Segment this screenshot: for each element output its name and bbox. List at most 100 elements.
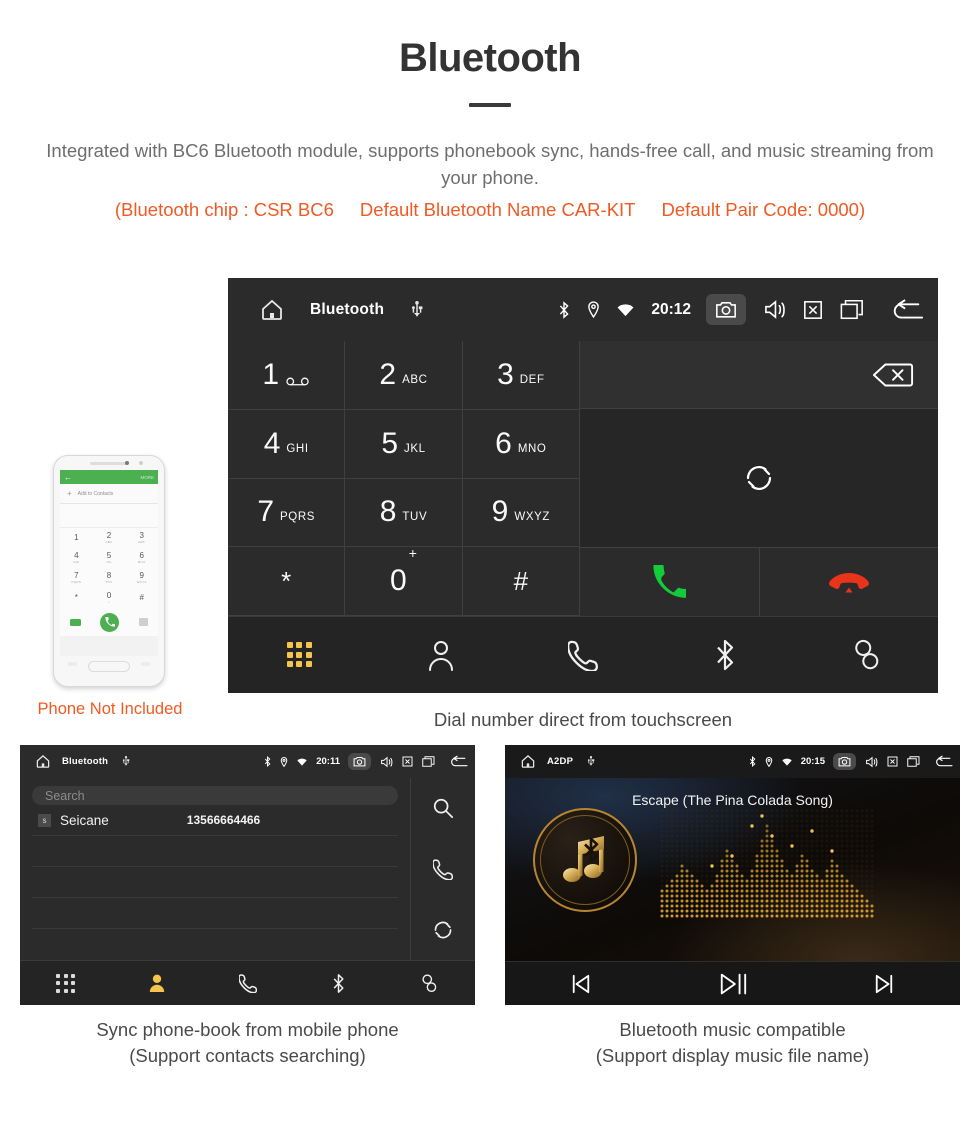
- key-7[interactable]: 7 PQRS: [228, 478, 346, 548]
- nav-link-button[interactable]: [796, 638, 938, 672]
- close-icon[interactable]: [887, 756, 898, 767]
- wifi-icon: [782, 758, 792, 766]
- phone-back-key: [141, 662, 150, 666]
- phone-home-key: [88, 661, 130, 672]
- phone-screen: ← MORE + Add to Contacts 1 2 ABC 3 DEF 4 GH…: [60, 470, 158, 656]
- nav-contacts-button[interactable]: [111, 973, 202, 993]
- nav-bluetooth-button[interactable]: [654, 638, 796, 672]
- nav-link-button[interactable]: [384, 973, 475, 994]
- play-pause-button[interactable]: [657, 972, 809, 996]
- music-controls: [505, 961, 960, 1005]
- usb-icon: [587, 756, 595, 767]
- dialer-title: Bluetooth: [310, 300, 385, 318]
- location-icon: [765, 756, 773, 767]
- volume-icon[interactable]: [763, 299, 786, 320]
- key-2[interactable]: 2 ABC: [345, 341, 463, 410]
- hangup-button[interactable]: [759, 548, 938, 616]
- phone-sensor: [125, 461, 129, 465]
- phonebook-clock: 20:11: [316, 756, 340, 767]
- recents-icon[interactable]: [422, 756, 435, 767]
- home-icon[interactable]: [244, 298, 300, 322]
- next-icon: [873, 974, 895, 994]
- close-icon[interactable]: [803, 300, 823, 320]
- location-icon: [587, 301, 600, 318]
- phone-key: 4 GHI: [73, 551, 80, 565]
- home-icon[interactable]: [513, 754, 543, 769]
- recents-icon[interactable]: [840, 299, 864, 320]
- key-hash[interactable]: #: [462, 547, 580, 616]
- backspace-button[interactable]: [580, 341, 938, 409]
- volume-icon[interactable]: [865, 756, 878, 768]
- page-title: Bluetooth: [398, 36, 582, 80]
- phone-key: *: [74, 593, 78, 602]
- phonebook-body: Search s Seicane 13566664466: [20, 778, 475, 960]
- dial-button[interactable]: [411, 839, 475, 900]
- bluetooth-icon: [714, 638, 736, 672]
- phonebook-navbar: [20, 960, 475, 1005]
- camera-icon[interactable]: [348, 753, 371, 770]
- phone-key: 0 +: [106, 591, 112, 605]
- key-star[interactable]: *: [228, 547, 346, 616]
- music-caption: Bluetooth music compatible (Support disp…: [505, 1017, 960, 1069]
- call-icon: [433, 858, 453, 880]
- phone-nav-row: [60, 656, 158, 672]
- dialer-keypad-area: 1 2 ABC 3 DEF 4 GHI 5 JKL 6 MNO 7 PQRS 8 TUV 9W…: [228, 341, 938, 616]
- nav-keypad-button[interactable]: [228, 642, 370, 667]
- phone-call-button: [100, 612, 120, 632]
- contact-list: Search s Seicane 13566664466: [20, 778, 411, 960]
- key-3[interactable]: 3 DEF: [462, 341, 580, 410]
- sync-button[interactable]: [580, 409, 938, 548]
- recents-icon[interactable]: [907, 756, 920, 767]
- key-9[interactable]: 9 WXYZ: [462, 478, 580, 548]
- key-0[interactable]: 0 +: [345, 545, 463, 616]
- nav-keypad-button[interactable]: [20, 973, 111, 993]
- nav-bluetooth-button[interactable]: [293, 973, 384, 994]
- phone-key: 5 JKL: [105, 551, 113, 565]
- contact-empty-row: [32, 898, 398, 929]
- dialer-right-panel: [580, 341, 938, 616]
- back-icon[interactable]: [934, 755, 953, 768]
- contact-initial-badge: s: [38, 813, 51, 827]
- phonebook-status-bar: Bluetooth 20:11: [20, 745, 475, 778]
- contact-empty-row: [32, 867, 398, 898]
- phonebook-caption-line1: Sync phone-book from mobile phone: [96, 1019, 399, 1040]
- phone-body: ← MORE + Add to Contacts 1 2 ABC 3 DEF 4 GH…: [53, 455, 165, 687]
- back-icon[interactable]: [449, 755, 468, 768]
- volume-icon[interactable]: [380, 756, 393, 768]
- dialer-status-icons: 20:12: [541, 294, 924, 325]
- more-label: MORE: [140, 474, 155, 480]
- search-input[interactable]: Search: [32, 786, 398, 805]
- search-button[interactable]: [411, 778, 475, 839]
- sync-contacts-button[interactable]: [411, 899, 475, 960]
- next-button[interactable]: [808, 974, 960, 994]
- back-icon[interactable]: [890, 298, 924, 322]
- phonebook-side-actions: [411, 778, 475, 960]
- phonebook-caption: Sync phone-book from mobile phone (Suppo…: [20, 1017, 475, 1069]
- phone-key: 7 PQRS: [71, 571, 82, 585]
- key-5[interactable]: 5 JKL: [345, 409, 463, 479]
- camera-icon[interactable]: [706, 294, 746, 325]
- dialer-keypad: 1 2 ABC 3 DEF 4 GHI 5 JKL 6 MNO 7 PQRS 8 TUV 9W…: [228, 341, 580, 616]
- call-button[interactable]: [580, 548, 760, 616]
- bluetooth-icon: [332, 973, 345, 994]
- table-row[interactable]: s Seicane 13566664466: [32, 805, 398, 836]
- camera-icon[interactable]: [833, 753, 856, 770]
- key-8[interactable]: 8 TUV: [345, 478, 463, 548]
- nav-call-log-button[interactable]: [202, 973, 293, 993]
- key-6[interactable]: 6 MNO: [462, 409, 580, 479]
- phone-recents-key: [68, 662, 77, 666]
- previous-button[interactable]: [505, 974, 657, 994]
- home-icon[interactable]: [28, 754, 58, 769]
- nav-call-log-button[interactable]: [512, 639, 654, 671]
- music-screen: A2DP 20:15 Escape (The Pina Colada Song): [505, 745, 960, 1005]
- page-subtitle: Integrated with BC6 Bluetooth module, su…: [46, 140, 934, 188]
- bluetooth-music-logo: [533, 808, 637, 912]
- phonebook-screen: Bluetooth 20:11 Search s Seicane 1356666…: [20, 745, 475, 1005]
- wifi-icon: [617, 303, 634, 317]
- key-1[interactable]: 1: [228, 341, 346, 410]
- phone-key: 3 DEF: [138, 531, 146, 545]
- nav-contacts-button[interactable]: [370, 639, 512, 671]
- spec-bt-name: Default Bluetooth Name CAR-KIT: [359, 199, 636, 220]
- key-4[interactable]: 4 GHI: [228, 409, 346, 479]
- close-icon[interactable]: [402, 756, 413, 767]
